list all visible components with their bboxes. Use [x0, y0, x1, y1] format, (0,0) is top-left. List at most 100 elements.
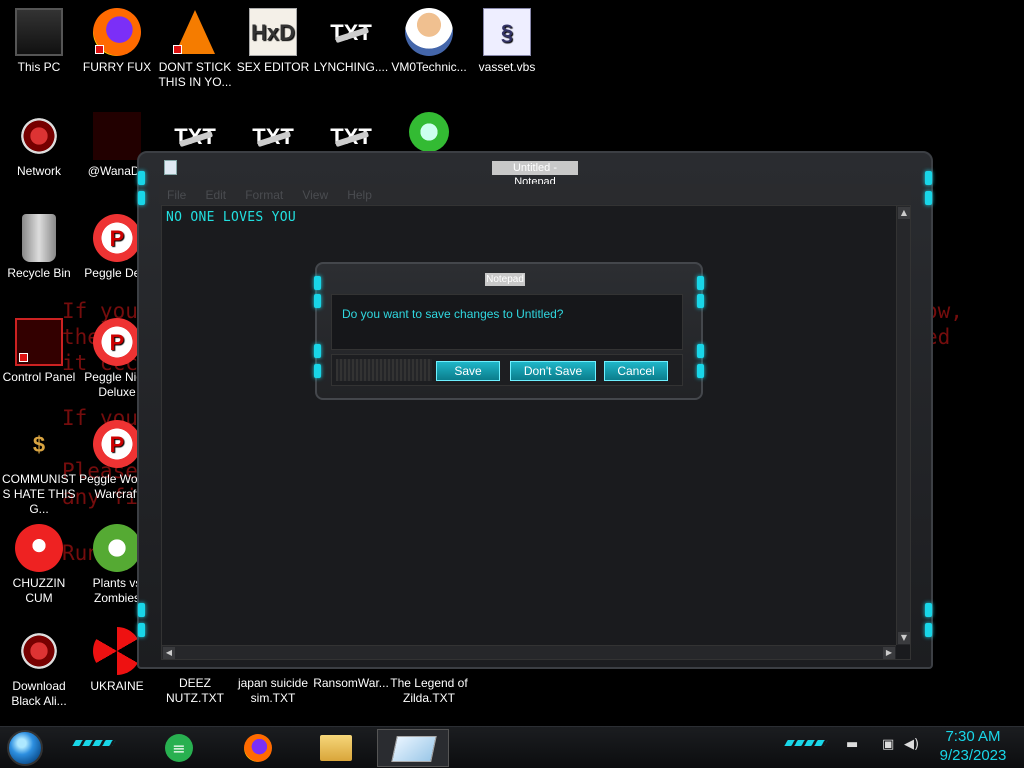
start-button[interactable]: [7, 730, 43, 766]
menu-help[interactable]: Help: [347, 185, 372, 205]
scroll-right-arrow[interactable]: ▶: [883, 647, 895, 659]
scroll-up-arrow[interactable]: ▲: [898, 207, 910, 219]
edge-light: [314, 276, 321, 290]
text-file-icon: TXT: [327, 8, 375, 56]
desktop-icon-label: Control Panel: [2, 370, 76, 384]
vlc-cone-icon: [171, 8, 219, 56]
peggle-icon: P: [93, 420, 141, 468]
app-icon: [15, 627, 63, 675]
clock[interactable]: 7:30 AM 9/23/2023: [930, 727, 1016, 765]
edge-light: [138, 191, 145, 205]
desktop-icon-ransomware[interactable]: RansomWar...: [312, 676, 390, 691]
save-button[interactable]: Save: [436, 361, 500, 381]
dialog-grip: [336, 359, 432, 381]
desktop-icon-label: CHUZZIN CUM: [12, 576, 66, 605]
menu-edit[interactable]: Edit: [205, 185, 226, 205]
scroll-left-arrow[interactable]: ◀: [163, 647, 175, 659]
desktop-icon-download-black[interactable]: Download Black Ali...: [0, 627, 78, 709]
desktop-icon-japan-suicide[interactable]: japan suicide sim.TXT: [234, 676, 312, 706]
taskbar-firefox[interactable]: [244, 734, 272, 762]
taskbar-sticky-notes[interactable]: ≡: [165, 734, 193, 762]
peggle-icon: P: [93, 214, 141, 262]
menu-format[interactable]: Format: [245, 185, 283, 205]
edge-light: [138, 171, 145, 185]
clock-date: 9/23/2023: [939, 747, 1007, 764]
desktop-icon-label: japan suicide sim.TXT: [237, 676, 309, 705]
doctor-icon: [405, 8, 453, 56]
desktop-icon-label: Network: [16, 164, 61, 178]
desktop-icon-this-pc[interactable]: This PC: [0, 8, 78, 75]
window-title: Untitled - Notepad: [492, 161, 578, 188]
edge-light: [697, 276, 704, 290]
edge-light: [925, 603, 932, 617]
taskbar-notepad[interactable]: [377, 729, 449, 767]
edge-light: [697, 294, 704, 308]
network-icon[interactable]: ▣: [882, 737, 894, 752]
edge-light: [697, 364, 704, 378]
notification-icon[interactable]: ▬: [846, 737, 858, 752]
scroll-down-arrow[interactable]: ▼: [898, 632, 910, 644]
save-changes-dialog[interactable]: Notepad Do you want to save changes to U…: [314, 262, 704, 400]
edge-light: [925, 171, 932, 185]
peggle-icon: P: [93, 318, 141, 366]
dont-save-button[interactable]: Don't Save: [510, 361, 596, 381]
firefox-icon: [93, 8, 141, 56]
clock-time: 7:30 AM: [945, 728, 1001, 745]
plants-vs-zombies-icon: [93, 524, 141, 572]
desktop-icon-label: DEEZ NUTZ.TXT: [166, 676, 224, 705]
desktop-icon-vm0technic[interactable]: VM0Technic...: [390, 8, 468, 75]
edge-light: [138, 603, 145, 617]
taskbar-file-explorer[interactable]: [320, 735, 352, 761]
edge-light: [697, 344, 704, 358]
desktop-icon-communists[interactable]: $ COMMUNISTS HATE THIS G...: [0, 420, 78, 517]
vertical-scrollbar[interactable]: ▲ ▼: [896, 206, 910, 645]
desktop-icon-recycle-bin[interactable]: Recycle Bin: [0, 214, 78, 281]
dialog-button-bar: Save Don't Save Cancel: [331, 354, 683, 386]
desktop-icon-chuzzin[interactable]: CHUZZIN CUM: [0, 524, 78, 606]
desktop-icon-label: This PC: [17, 60, 61, 74]
desktop-icon-sex-editor[interactable]: HxD SEX EDITOR: [234, 8, 312, 75]
editor-content: NO ONE LOVES YOU: [166, 210, 297, 225]
notepad-titlebar[interactable]: Untitled - Notepad: [139, 153, 931, 188]
notepad-icon: [391, 736, 437, 762]
hxd-icon: HxD: [249, 8, 297, 56]
desktop-icon-label: COMMUNISTS HATE THIS G...: [2, 472, 76, 516]
desktop-icon-label: vasset.vbs: [478, 60, 536, 74]
volume-icon[interactable]: ◀): [904, 737, 919, 752]
dialog-message: Do you want to save changes to Untitled?: [342, 307, 564, 321]
taskbar: ≡ ▬ ▣ ◀) 7:30 AM 9/23/2023: [0, 726, 1024, 768]
notes-glyph: ≡: [172, 738, 186, 758]
limewire-icon: [409, 112, 449, 152]
dialog-message-area: Do you want to save changes to Untitled?: [331, 294, 683, 350]
desktop-icon-label: RansomWar...: [313, 676, 389, 690]
desktop-icon-dont-stick[interactable]: DONT STICK THIS IN YO...: [156, 8, 234, 90]
menu-file[interactable]: File: [167, 185, 186, 205]
menu-view[interactable]: View: [302, 185, 328, 205]
desktop-icon-lynching[interactable]: TXT LYNCHING....: [312, 8, 390, 75]
desktop-icon-vasset[interactable]: § vasset.vbs: [468, 8, 546, 75]
desktop-icon-label: FURRY FUX: [82, 60, 152, 74]
menu-bar: File Edit Format View Help: [159, 184, 911, 204]
network-icon: [15, 112, 63, 160]
desktop-icon-label: UKRAINE: [90, 679, 144, 693]
dialog-title: Notepad: [485, 273, 525, 286]
wannacry-icon: [93, 112, 141, 160]
desktop-icon-zilda[interactable]: The Legend of Zilda.TXT: [390, 676, 468, 706]
edge-light: [138, 623, 145, 637]
edge-light: [925, 623, 932, 637]
edge-light: [925, 191, 932, 205]
desktop-icon-deez-nutz[interactable]: DEEZ NUTZ.TXT: [156, 676, 234, 706]
script-file-icon: §: [483, 8, 531, 56]
edge-light: [314, 344, 321, 358]
desktop-icon-control-panel[interactable]: Control Panel: [0, 318, 78, 385]
desktop-icon-limewire[interactable]: [390, 112, 468, 156]
desktop-icon-network[interactable]: Network: [0, 112, 78, 179]
edge-light: [314, 294, 321, 308]
desktop-icon-furry-fux[interactable]: FURRY FUX: [78, 8, 156, 75]
edge-light: [314, 364, 321, 378]
cancel-button[interactable]: Cancel: [604, 361, 668, 381]
notepad-window[interactable]: Untitled - Notepad File Edit Format View…: [137, 151, 933, 669]
desktop-icon-label: VM0Technic...: [391, 60, 467, 74]
taskbar-lights: [784, 740, 828, 746]
horizontal-scrollbar[interactable]: ◀ ▶: [162, 645, 896, 659]
